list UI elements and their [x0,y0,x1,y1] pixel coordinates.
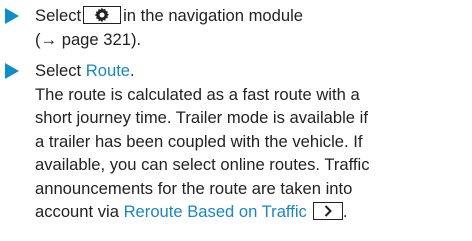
gear-button[interactable] [83,6,122,24]
body-line: announcements for the route are taken in… [35,178,353,198]
account-via-text: account via [35,202,119,221]
step-2-line-1: Select Route. [35,59,465,83]
page-reference: (→ page 321). [35,29,142,49]
body-line: a trailer has been coupled with the vehi… [35,131,363,151]
reroute-based-on-traffic-link[interactable]: Reroute Based on Traffic [124,202,307,221]
step-2-last-line: account via Reroute Based on Traffic . [35,200,465,224]
route-link[interactable]: Route [86,61,130,80]
body-line: short journey time. Trailer mode is avai… [35,108,368,127]
step-1-line-1: Select in the navigation module [35,4,465,28]
body-line: available, you can select online routes.… [35,155,370,174]
step-2-text: Select Route. The route is calculated as… [35,59,465,224]
select-word: Select [35,6,82,25]
chevron-right-icon [324,205,332,217]
chevron-button[interactable] [312,202,343,220]
body-line: The route is calculated as a fast route … [35,84,360,104]
period: . [130,61,135,80]
step-1-text: Select in the navigation module (→ page … [35,4,465,51]
navigation-module-text: in the navigation module [123,6,304,25]
play-arrow-icon [5,63,19,79]
select-word: Select [35,61,82,80]
period: . [342,202,348,221]
play-arrow-icon [5,8,19,24]
gear-icon [94,7,110,23]
